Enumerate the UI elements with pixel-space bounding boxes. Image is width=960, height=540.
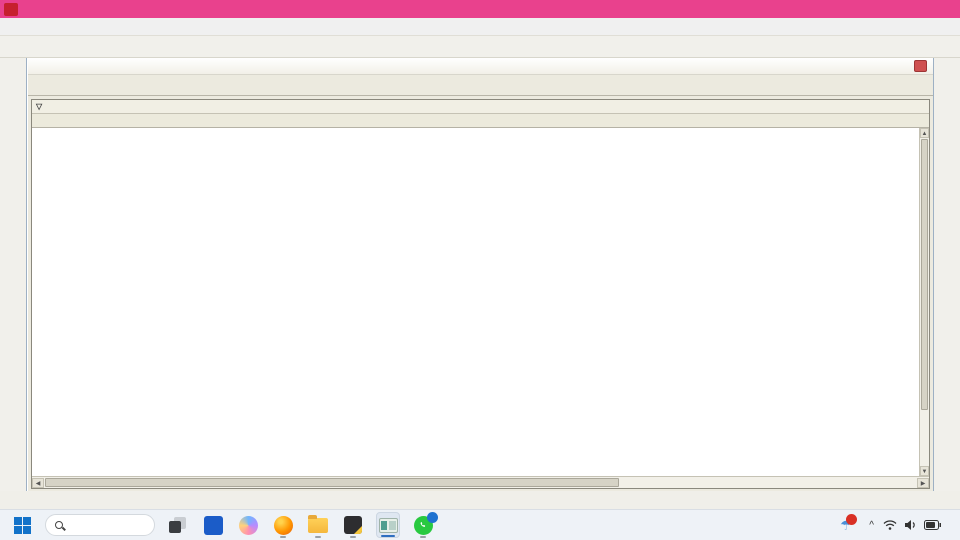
l-app-button[interactable] [201,512,225,538]
display-options-bar[interactable]: ▽ [32,100,929,114]
tray-overflow-button[interactable]: ^ [869,520,874,531]
notification-badge [846,513,858,525]
window-controls [870,0,960,18]
scroll-left-arrow-icon[interactable]: ◀ [32,477,44,488]
primavera-taskbar-button[interactable] [376,512,400,538]
dark-app-icon [344,516,362,534]
scroll-up-arrow-icon[interactable]: ▲ [920,128,929,138]
close-button[interactable] [930,0,960,18]
right-command-rail [933,58,960,491]
task-view-icon [169,517,187,533]
screen: ▽ ◀ ▶ ▲ ▼ ☂ ^ [0,0,960,540]
copilot-button[interactable] [236,512,260,538]
whatsapp-button[interactable] [411,511,438,538]
taskbar-search[interactable] [45,514,155,536]
system-tray[interactable] [883,519,941,531]
primavera-window-icon [378,517,398,533]
chevron-down-icon: ▽ [36,102,43,111]
file-explorer-button[interactable] [306,512,330,538]
task-view-button[interactable] [166,512,190,538]
pane-header [28,58,933,75]
table-header-row [32,114,929,128]
main-toolbar [0,36,960,58]
firefox-button[interactable] [271,512,295,538]
vertical-scroll-track[interactable] [920,411,929,466]
search-icon [55,521,63,529]
battery-icon [924,520,941,530]
start-button[interactable] [10,512,34,538]
dark-app-button[interactable] [341,512,365,538]
maximize-button[interactable] [900,0,930,18]
copilot-icon [238,515,258,535]
minimize-button[interactable] [870,0,900,18]
scroll-down-arrow-icon[interactable]: ▼ [920,466,929,476]
whatsapp-icon [413,511,438,535]
table-body [32,128,929,476]
horizontal-scroll-thumb[interactable] [45,478,620,487]
wifi-icon [883,520,897,530]
speaker-icon [905,520,915,530]
view-tabs [28,75,933,96]
resources-table-frame: ▽ ◀ ▶ ▲ ▼ [31,99,930,489]
status-bar [0,491,960,509]
main-area: ▽ ◀ ▶ ▲ ▼ [0,58,960,491]
left-toolbar-rail [0,58,27,491]
vertical-scroll-thumb[interactable] [921,139,928,411]
whatsapp-badge [426,511,438,523]
titlebar [0,0,960,18]
scroll-right-arrow-icon[interactable]: ▶ [917,477,929,488]
windows-taskbar: ☂ ^ [0,509,960,540]
resources-pane: ▽ ◀ ▶ ▲ ▼ [27,58,933,491]
taskbar-right: ☂ ^ [837,513,950,534]
folder-icon [308,514,328,533]
l-app-icon [203,515,223,535]
vertical-scrollbar[interactable]: ▲ ▼ [919,128,929,476]
pane-close-button[interactable] [914,60,927,72]
app-logo [4,2,18,16]
menubar [0,18,960,36]
umbrella-weather-icon: ☂ [837,513,858,534]
horizontal-scrollbar[interactable]: ◀ ▶ [32,476,929,488]
firefox-icon [273,515,293,535]
weather-widget[interactable]: ☂ [837,513,860,534]
windows-logo-icon [13,516,31,534]
